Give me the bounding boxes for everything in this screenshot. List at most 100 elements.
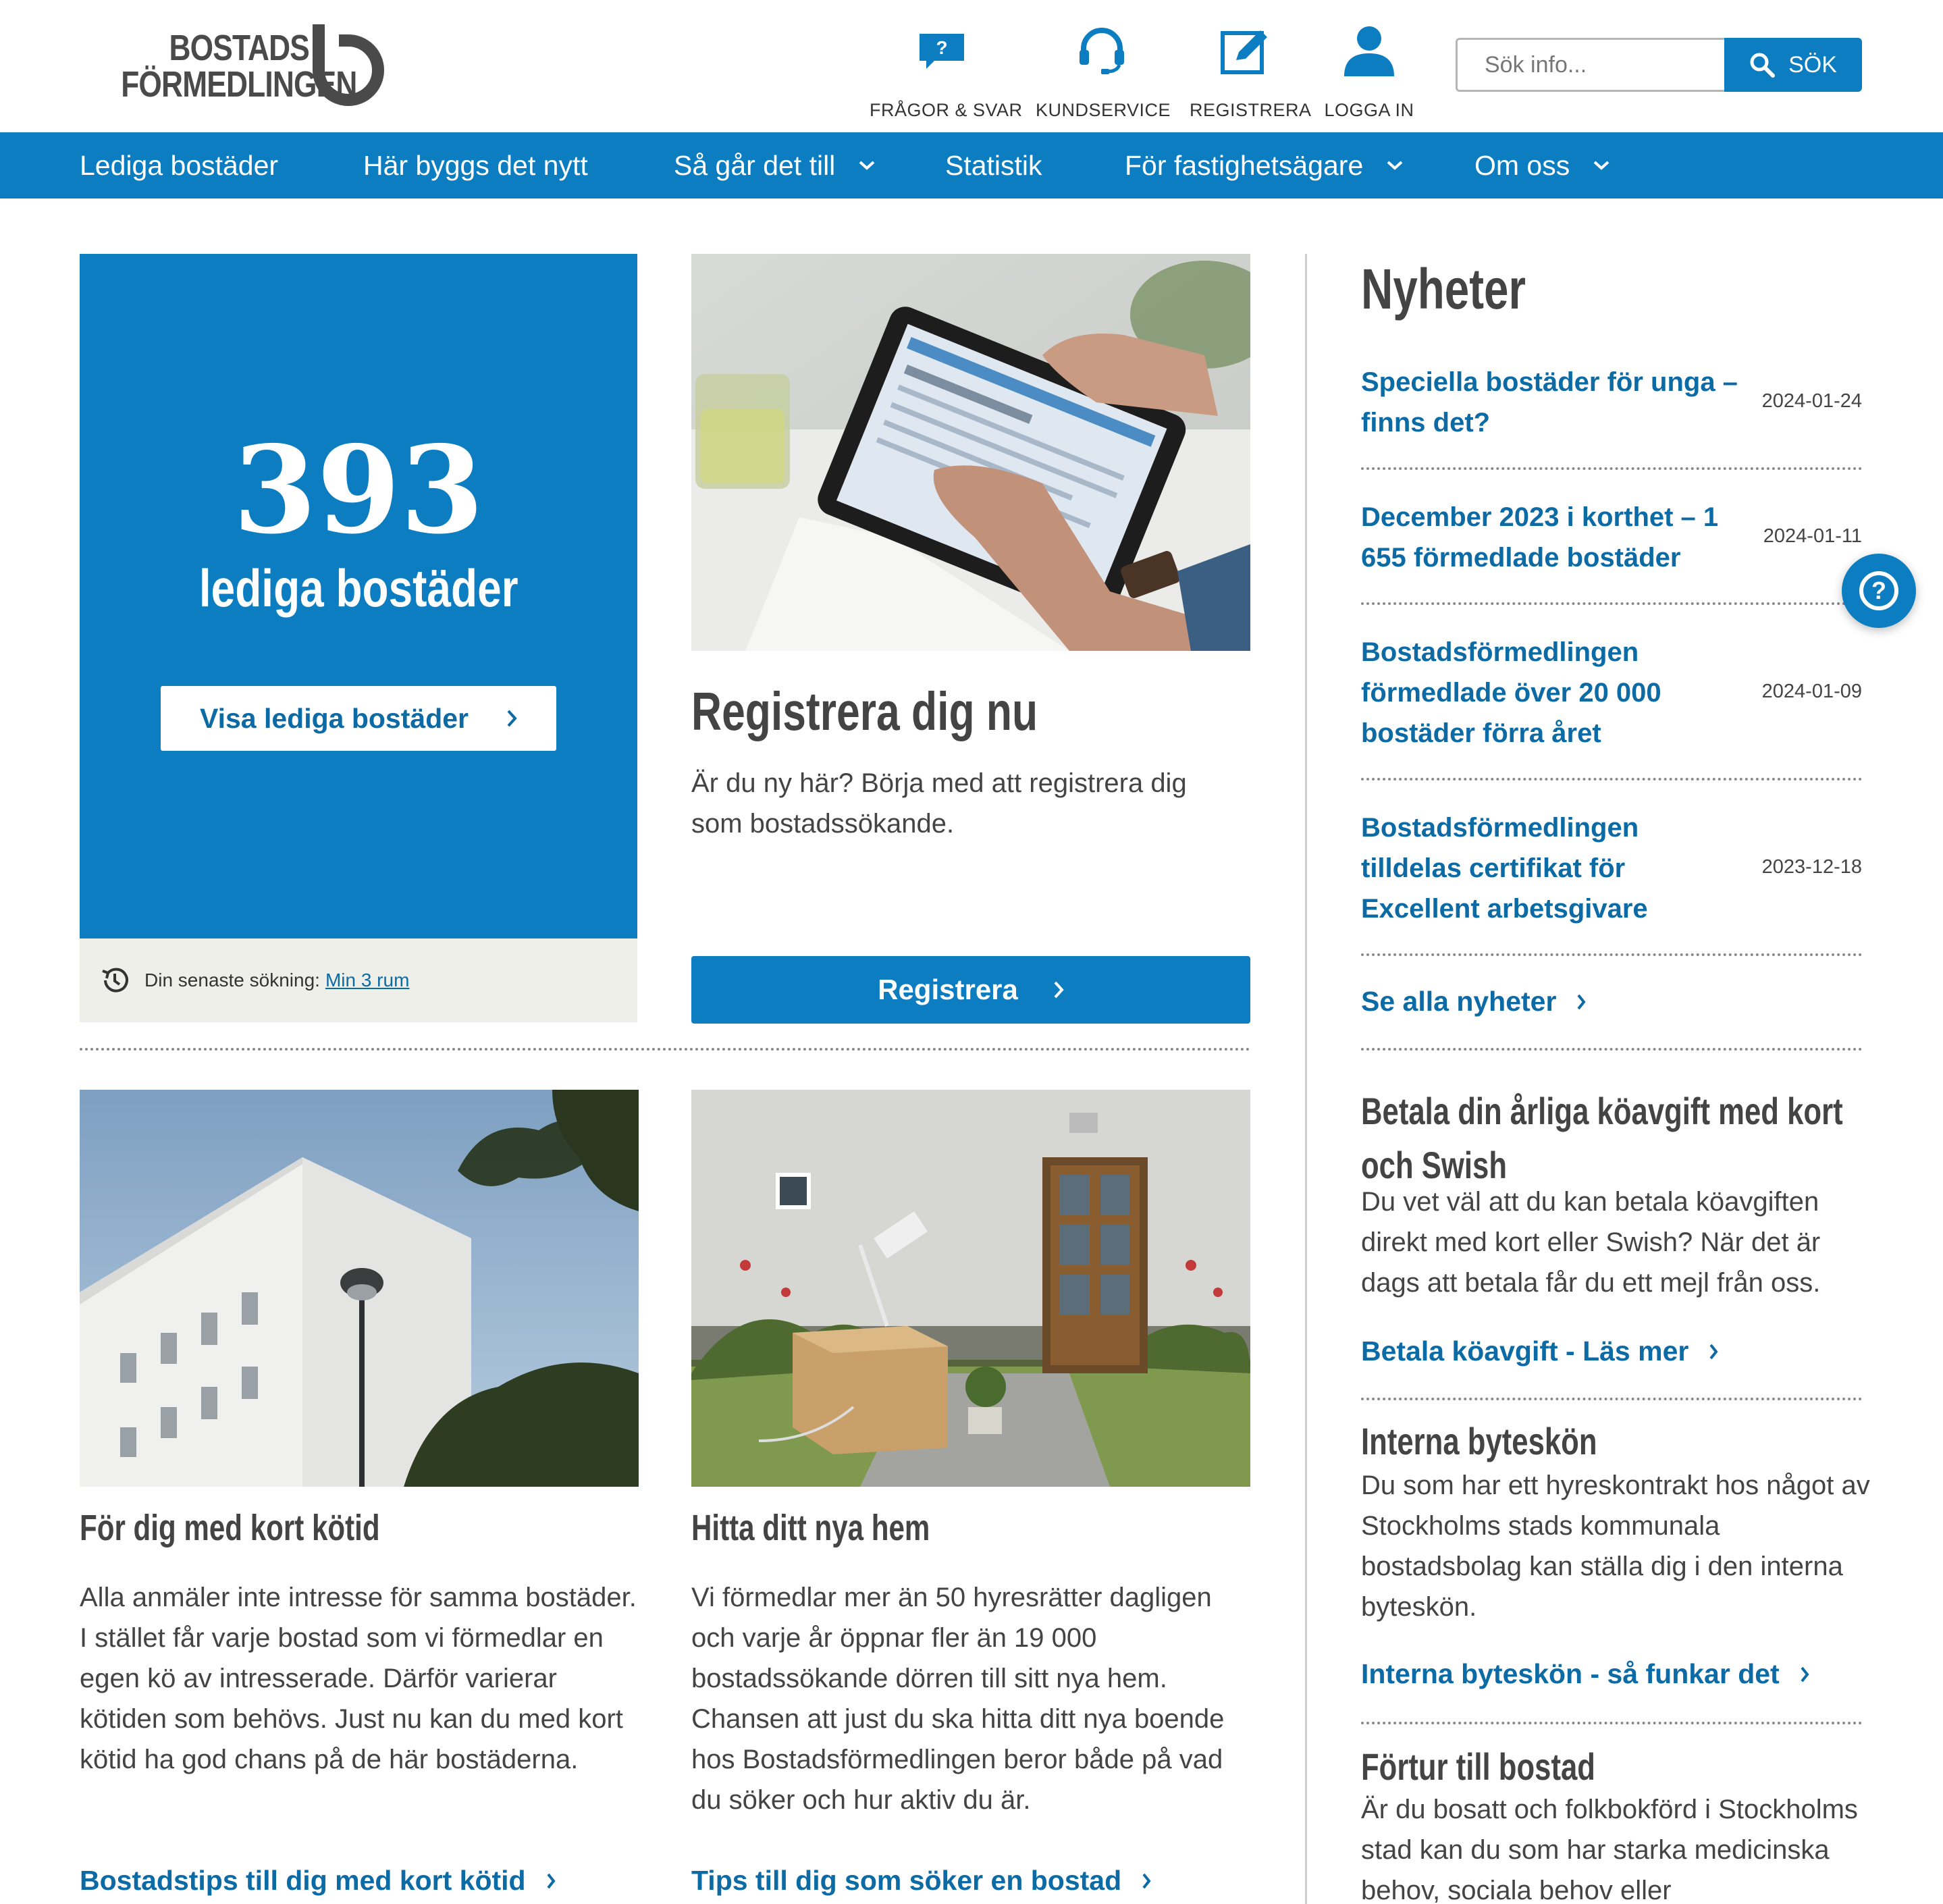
chevron-right-icon — [1709, 1344, 1718, 1359]
news-date: 2023-12-18 — [1761, 856, 1862, 878]
chevron-right-icon — [507, 710, 517, 727]
logo[interactable]: BOSTADS FÖRMEDLINGEN — [80, 28, 357, 105]
help-button[interactable]: ? — [1842, 554, 1916, 628]
card-link-short-queue[interactable]: Bostadstips till dig med kort kötid — [80, 1865, 556, 1897]
news-item[interactable]: December 2023 i korthet – 1 655 förmedla… — [1361, 497, 1862, 585]
register-text: Är du ny här? Börja med att registrera d… — [691, 768, 1187, 839]
exchange-queue-title: Interna byteskön — [1361, 1420, 1597, 1462]
news-divider — [1361, 467, 1862, 470]
edit-pencil-icon — [1221, 30, 1267, 74]
news-title: Bostadsförmedlingen tilldelas certifikat… — [1361, 813, 1648, 924]
register-title: Registrera dig nu — [691, 681, 1038, 741]
news-item[interactable]: Speciella bostäder för unga – finns det?… — [1361, 362, 1862, 450]
news-item[interactable]: Bostadsförmedlingen tilldelas certifikat… — [1361, 808, 1862, 936]
news-divider — [1361, 778, 1862, 781]
news-divider — [1361, 953, 1862, 956]
search-icon — [1750, 53, 1776, 78]
news-title: Bostadsförmedlingen förmedlade över 20 0… — [1361, 637, 1661, 748]
news-heading: Nyheter — [1361, 257, 1526, 321]
chevron-right-icon — [1142, 1873, 1151, 1888]
last-search-label: Din senaste sökning: — [144, 970, 320, 990]
card-text: Vi förmedlar mer än 50 hyresrätter dagli… — [691, 1583, 1225, 1815]
section-divider — [80, 1048, 1250, 1051]
register-button[interactable]: Registrera — [691, 956, 1250, 1024]
queue-fee-link[interactable]: Betala köavgift - Läs mer — [1361, 1336, 1718, 1367]
faq-label: FRÅGOR & SVAR — [870, 100, 1023, 120]
search-button[interactable]: SÖK — [1724, 38, 1862, 92]
chevron-right-icon — [1054, 981, 1064, 999]
chevron-down-icon — [859, 161, 875, 170]
nav-item-om-oss[interactable]: Om oss — [1474, 132, 1610, 199]
priority-text: Är du bosatt och folkbokförd i Stockholm… — [1361, 1795, 1858, 1904]
available-count: 393 — [233, 419, 484, 560]
chevron-right-icon — [1577, 994, 1586, 1009]
column-divider — [1305, 254, 1307, 1904]
nav-item-label: Så går det till — [674, 149, 836, 181]
question-bubble-icon: ? — [920, 34, 964, 69]
nav-item-har-byggs[interactable]: Här byggs det nytt — [363, 132, 588, 199]
nav-item-lediga-bostader[interactable]: Lediga bostäder — [80, 132, 278, 199]
available-count-label: lediga bostäder — [198, 558, 518, 618]
all-news-link[interactable]: Se alla nyheter — [1361, 986, 1586, 1017]
show-available-button[interactable]: Visa lediga bostäder — [161, 686, 556, 751]
queue-fee-title: Betala din årliga köavgift med kort och … — [1361, 1090, 1843, 1186]
nav-item-sa-gar-det-till[interactable]: Så går det till — [674, 132, 876, 199]
card-link-search-tips[interactable]: Tips till dig som söker en bostad — [691, 1865, 1151, 1897]
user-icon — [1344, 26, 1394, 76]
nav-item-label: För fastighetsägare — [1125, 149, 1364, 181]
show-available-label: Visa lediga bostäder — [199, 702, 469, 734]
sidebar-divider — [1361, 1398, 1862, 1400]
headset-icon — [1080, 28, 1124, 74]
nav-item-label: Statistik — [945, 149, 1042, 181]
card-title: För dig med kort kötid — [80, 1508, 380, 1548]
site-header: BOSTADS FÖRMEDLINGEN ? FRÅGOR & SVAR KUN… — [0, 0, 1943, 132]
last-search-link[interactable]: Min 3 rum — [325, 970, 409, 991]
faq-link[interactable]: ? FRÅGOR & SVAR — [870, 20, 1023, 121]
news-date: 2024-01-11 — [1763, 525, 1862, 547]
news-date: 2024-01-24 — [1761, 390, 1862, 412]
chevron-right-icon — [1801, 1666, 1809, 1682]
moving-box-photo — [691, 1090, 1250, 1487]
priority-title: Förtur till bostad — [1361, 1745, 1595, 1788]
news-date: 2024-01-09 — [1761, 681, 1862, 702]
history-icon — [102, 968, 128, 993]
chevron-down-icon — [1593, 161, 1609, 170]
logo-line2: FÖRMEDLINGEN — [121, 64, 357, 105]
news-item[interactable]: Bostadsförmedlingen förmedlade över 20 0… — [1361, 632, 1862, 760]
building-photo — [80, 1090, 639, 1487]
available-homes-panel: 393 lediga bostäder Visa lediga bostäder — [80, 254, 637, 938]
customer-service-link[interactable]: KUNDSERVICE — [1036, 20, 1171, 121]
sidebar-divider — [1361, 1722, 1862, 1724]
card-text: Alla anmäler inte intresse för samma bos… — [80, 1583, 637, 1774]
logo-b-icon — [313, 24, 384, 106]
nav-item-label: Här byggs det nytt — [363, 149, 588, 181]
login-link[interactable]: LOGGA IN — [1321, 20, 1418, 121]
nav-item-label: Om oss — [1474, 149, 1570, 181]
news-divider — [1361, 602, 1862, 605]
card-title: Hitta ditt nya hem — [691, 1508, 930, 1548]
news-title: December 2023 i korthet – 1 655 förmedla… — [1361, 502, 1719, 573]
nav-item-label: Lediga bostäder — [80, 149, 279, 181]
nav-item-for-fastighetsagare[interactable]: För fastighetsägare — [1125, 132, 1404, 199]
register-label: REGISTRERA — [1190, 100, 1312, 120]
news-title: Speciella bostäder för unga – finns det? — [1361, 367, 1738, 438]
exchange-queue-link[interactable]: Interna byteskön - så funkar det — [1361, 1658, 1809, 1690]
search-button-label: SÖK — [1788, 51, 1837, 78]
chevron-down-icon — [1387, 161, 1403, 170]
register-button-label: Registrera — [878, 974, 1018, 1005]
last-search-bar: Din senaste sökning: Min 3 rum — [80, 938, 637, 1022]
search-input[interactable] — [1456, 38, 1726, 92]
logo-line1: BOSTADS — [169, 28, 310, 68]
svg-text:?: ? — [936, 37, 947, 58]
chevron-right-icon — [547, 1873, 556, 1888]
queue-fee-text: Du vet väl att du kan betala köavgiften … — [1361, 1187, 1821, 1298]
exchange-queue-text: Du som har ett hyreskontrakt hos något a… — [1361, 1471, 1870, 1622]
help-question-icon: ? — [1859, 571, 1898, 610]
sidebar-divider — [1361, 1048, 1862, 1051]
main-nav: Lediga bostäder Här byggs det nytt Så gå… — [0, 132, 1943, 199]
register-link[interactable]: REGISTRERA — [1190, 20, 1312, 121]
customer-service-label: KUNDSERVICE — [1036, 100, 1171, 120]
login-label: LOGGA IN — [1324, 100, 1414, 120]
svg-text:?: ? — [1871, 577, 1886, 604]
nav-item-statistik[interactable]: Statistik — [945, 132, 1042, 199]
